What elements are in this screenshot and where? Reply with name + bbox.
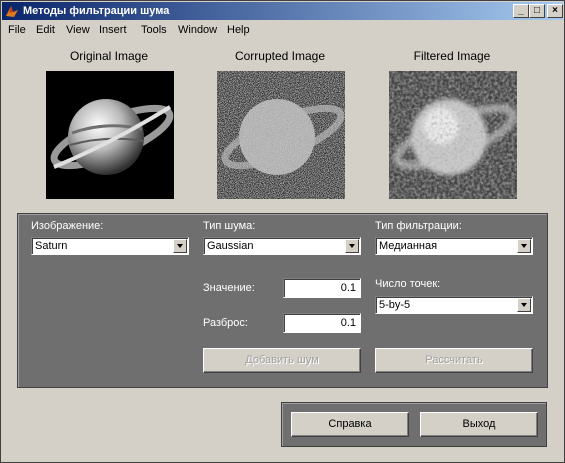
close-button[interactable]: ×	[547, 4, 563, 18]
menu-tools[interactable]: Tools	[141, 24, 167, 36]
figure-window: Методы фильтрации шума _ □ × File Edit V…	[0, 0, 565, 463]
menu-edit[interactable]: Edit	[36, 24, 55, 36]
title-bar[interactable]: Методы фильтрации шума _ □ ×	[2, 2, 563, 20]
help-button[interactable]: Справка	[291, 412, 409, 437]
value-input[interactable]: 0.1	[283, 278, 361, 298]
image-select[interactable]: Saturn	[31, 237, 189, 255]
menu-window[interactable]: Window	[178, 24, 217, 36]
dropdown-arrow-icon[interactable]	[517, 298, 531, 312]
dropdown-arrow-icon[interactable]	[517, 239, 531, 253]
original-image	[46, 71, 174, 199]
control-panel: Изображение: Saturn Тип шума: Gaussian Т…	[17, 213, 548, 388]
image-select-value: Saturn	[35, 240, 68, 252]
filter-type-value: Медианная	[379, 240, 438, 252]
noise-type-select[interactable]: Gaussian	[203, 237, 361, 255]
points-select-value: 5-by-5	[379, 299, 411, 311]
matlab-icon	[6, 6, 18, 17]
filter-type-select[interactable]: Медианная	[375, 237, 533, 255]
noise-type-label: Тип шума:	[203, 220, 256, 232]
minimize-button[interactable]: _	[513, 4, 529, 18]
exit-button[interactable]: Выход	[420, 412, 538, 437]
points-select[interactable]: 5-by-5	[375, 296, 533, 314]
window-title: Методы фильтрации шума	[23, 5, 170, 17]
spread-label: Разброс:	[203, 317, 248, 329]
filter-type-label: Тип фильтрации:	[375, 220, 462, 232]
filtered-image-label: Filtered Image	[413, 49, 491, 63]
image-label: Изображение:	[31, 220, 104, 232]
footer-panel: Справка Выход	[281, 402, 547, 447]
spread-input[interactable]: 0.1	[283, 313, 361, 333]
filtered-image	[389, 71, 517, 199]
menu-view[interactable]: View	[66, 24, 90, 36]
noise-type-value: Gaussian	[207, 240, 254, 252]
corrupted-image	[217, 71, 345, 199]
value-label: Значение:	[203, 282, 255, 294]
menu-bar: File Edit View Insert Tools Window Help	[2, 21, 563, 40]
corrupted-image-label: Corrupted Image	[234, 49, 326, 63]
menu-insert[interactable]: Insert	[99, 24, 127, 36]
menu-help[interactable]: Help	[227, 24, 250, 36]
menu-file[interactable]: File	[8, 24, 26, 36]
add-noise-button[interactable]: Добавить шум	[203, 348, 361, 373]
points-label: Число точек:	[375, 278, 441, 290]
maximize-button[interactable]: □	[529, 4, 545, 18]
original-image-label: Original Image	[69, 49, 149, 63]
dropdown-arrow-icon[interactable]	[345, 239, 359, 253]
compute-button[interactable]: Рассчитать	[375, 348, 533, 373]
dropdown-arrow-icon[interactable]	[173, 239, 187, 253]
